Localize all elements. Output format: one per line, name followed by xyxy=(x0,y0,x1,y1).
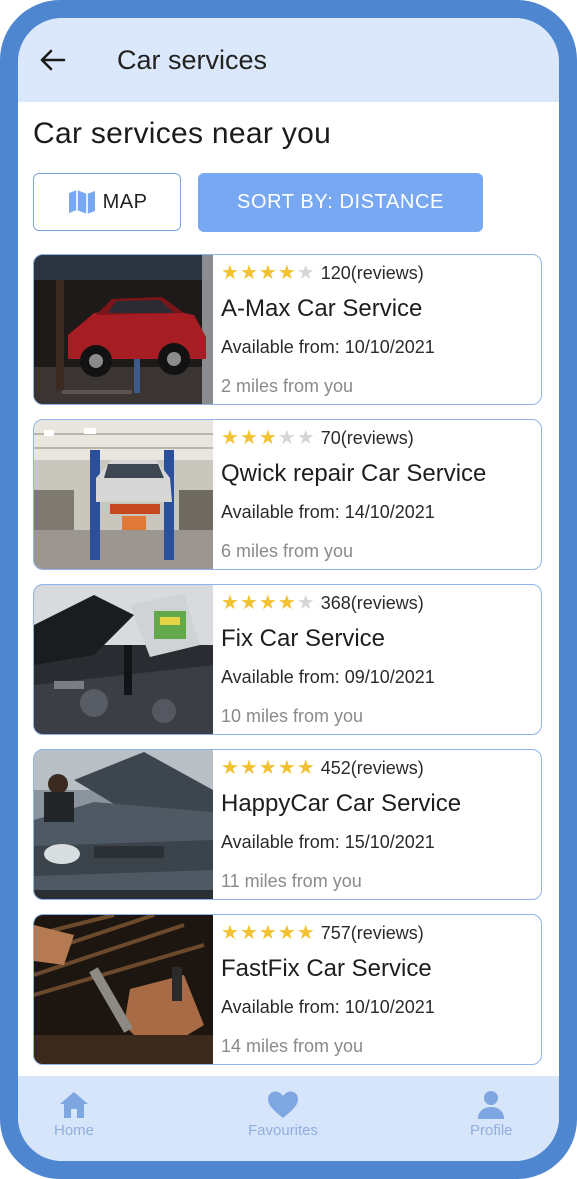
distance-text: 14 miles from you xyxy=(221,1036,364,1056)
star-icon: ★ xyxy=(239,427,258,449)
star-rating: ★ ★ ★ ★ ★ xyxy=(221,921,315,945)
nav-profile[interactable]: Profile xyxy=(470,1090,513,1139)
distance-text: 10 miles from you xyxy=(221,706,364,726)
service-card[interactable]: ★ ★ ★ ★ ★ 757(reviews) FastFix Car Service A… xyxy=(33,914,542,1065)
map-button-label: MAP xyxy=(102,190,148,213)
service-photo xyxy=(34,420,213,569)
service-card[interactable]: ★ ★ ★ ★ ★ 120(reviews) A-Max Car Service Ava… xyxy=(33,254,542,405)
star-icon: ★ xyxy=(258,592,277,614)
rating: ★ ★ ★ ★ ★ 757(reviews) xyxy=(221,921,424,945)
service-photo xyxy=(34,585,213,734)
service-name: HappyCar Car Service xyxy=(221,790,462,817)
review-count: 452(reviews) xyxy=(320,757,424,778)
star-icon: ★ xyxy=(277,922,296,944)
star-icon: ★ xyxy=(296,757,315,779)
star-icon: ★ xyxy=(296,592,315,614)
star-icon: ★ xyxy=(221,922,239,944)
nav-profile-label: Profile xyxy=(470,1122,513,1139)
service-card[interactable]: ★ ★ ★ ★ ★ 70(reviews) Qwick repair Car Servi… xyxy=(33,419,542,570)
star-icon: ★ xyxy=(277,262,296,284)
service-photo xyxy=(34,915,213,1064)
service-name: Fix Car Service xyxy=(221,625,386,652)
distance-text: 2 miles from you xyxy=(221,376,354,396)
rating: ★ ★ ★ ★ ★ 368(reviews) xyxy=(221,591,424,615)
arrow-left-icon xyxy=(40,49,66,71)
rating: ★ ★ ★ ★ ★ 452(reviews) xyxy=(221,756,424,780)
service-card[interactable]: ★ ★ ★ ★ ★ 368(reviews) Fix Car Service Avail… xyxy=(33,584,542,735)
star-rating: ★ ★ ★ ★ ★ xyxy=(221,261,315,285)
distance-text: 11 miles from you xyxy=(221,871,362,891)
star-icon: ★ xyxy=(239,592,258,614)
app-screen: Car services Car services near you MAP S… xyxy=(18,18,559,1161)
service-card[interactable]: ★ ★ ★ ★ ★ 452(reviews) HappyCar Car Service … xyxy=(33,749,542,900)
star-rating: ★ ★ ★ ★ ★ xyxy=(221,426,315,450)
nav-home-label: Home xyxy=(54,1122,95,1139)
service-photo xyxy=(34,750,213,899)
star-icon: ★ xyxy=(296,427,315,449)
star-icon: ★ xyxy=(221,262,239,284)
star-icon: ★ xyxy=(277,427,296,449)
star-icon: ★ xyxy=(221,592,239,614)
availability-date: Available from: 10/10/2021 xyxy=(221,997,435,1017)
star-icon: ★ xyxy=(258,427,277,449)
rating: ★ ★ ★ ★ ★ 120(reviews) xyxy=(221,261,424,285)
star-icon: ★ xyxy=(239,922,258,944)
user-icon xyxy=(478,1091,505,1119)
review-count: 70(reviews) xyxy=(320,427,414,448)
device-frame: Car services Car services near you MAP S… xyxy=(0,0,577,1179)
star-rating: ★ ★ ★ ★ ★ xyxy=(221,756,315,780)
page-title: Car services xyxy=(117,45,268,75)
star-icon: ★ xyxy=(258,757,277,779)
availability-date: Available from: 15/10/2021 xyxy=(221,832,435,852)
sort-by-distance-button[interactable]: SORT BY: DISTANCE xyxy=(198,173,483,232)
distance-text: 6 miles from you xyxy=(221,541,354,561)
star-rating: ★ ★ ★ ★ ★ xyxy=(221,591,315,615)
rating: ★ ★ ★ ★ ★ 70(reviews) xyxy=(221,426,414,450)
bottom-navigation: Home Favourites Profile xyxy=(18,1076,559,1161)
star-icon: ★ xyxy=(239,757,258,779)
home-icon xyxy=(60,1092,88,1118)
star-icon: ★ xyxy=(277,757,296,779)
top-bar: Car services xyxy=(18,18,559,102)
star-icon: ★ xyxy=(296,922,315,944)
nav-favourites-label: Favourites xyxy=(248,1122,319,1139)
service-name: FastFix Car Service xyxy=(221,955,432,982)
star-icon: ★ xyxy=(258,922,277,944)
heart-icon xyxy=(268,1091,299,1118)
star-icon: ★ xyxy=(221,757,239,779)
back-button[interactable] xyxy=(36,42,68,78)
star-icon: ★ xyxy=(296,262,315,284)
availability-date: Available from: 14/10/2021 xyxy=(221,502,435,522)
star-icon: ★ xyxy=(277,592,296,614)
map-icon xyxy=(68,190,95,214)
service-name: Qwick repair Car Service xyxy=(221,460,487,487)
service-photo xyxy=(34,255,213,404)
nav-favourites[interactable]: Favourites xyxy=(248,1090,318,1139)
nav-home[interactable]: Home xyxy=(54,1090,94,1139)
review-count: 368(reviews) xyxy=(320,592,424,613)
availability-date: Available from: 10/10/2021 xyxy=(221,337,435,357)
star-icon: ★ xyxy=(221,427,239,449)
map-button[interactable]: MAP xyxy=(33,173,181,231)
availability-date: Available from: 09/10/2021 xyxy=(221,667,435,687)
section-heading: Car services near you xyxy=(33,117,332,150)
review-count: 757(reviews) xyxy=(320,922,424,943)
service-name: A-Max Car Service xyxy=(221,295,423,322)
review-count: 120(reviews) xyxy=(320,262,424,283)
star-icon: ★ xyxy=(258,262,277,284)
star-icon: ★ xyxy=(239,262,258,284)
